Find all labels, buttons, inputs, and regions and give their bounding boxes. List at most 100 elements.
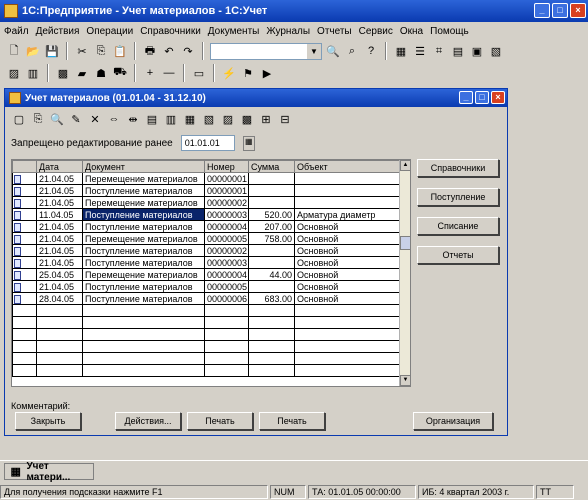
cell-sum[interactable] — [248, 304, 295, 317]
cell-date[interactable]: 21.04.05 — [36, 184, 83, 197]
journal-minimize-button[interactable]: _ — [459, 91, 473, 104]
cell-date[interactable]: 21.04.05 — [36, 172, 83, 185]
cell-object[interactable] — [294, 304, 401, 317]
cell-date[interactable] — [36, 352, 83, 365]
cell-date[interactable]: 21.04.05 — [36, 232, 83, 245]
chart-icon[interactable]: ⊟ — [277, 111, 293, 127]
chevron-down-icon[interactable]: ▼ — [307, 43, 321, 59]
paste-icon[interactable]: 📋 — [112, 43, 128, 59]
writeoff-button[interactable]: Списание — [417, 217, 499, 235]
table-row[interactable]: 21.04.05 Перемещение материалов 00000002 — [12, 196, 401, 209]
menu-windows[interactable]: Окна — [400, 26, 423, 37]
cell-object[interactable] — [294, 340, 401, 353]
doc-icon[interactable]: ▦ — [182, 111, 198, 127]
table-row[interactable]: 11.04.05 Поступление материалов 00000003 52… — [12, 208, 401, 221]
select-icon[interactable]: ▥ — [163, 111, 179, 127]
report-icon[interactable]: ▩ — [55, 65, 71, 81]
doc-status-icon[interactable] — [12, 184, 37, 197]
car-icon[interactable]: ⛟ — [112, 65, 128, 81]
cell-date[interactable] — [36, 340, 83, 353]
table-row[interactable]: 21.04.05 Поступление материалов 00000001 — [12, 184, 401, 197]
doc-status-icon[interactable] — [12, 316, 37, 329]
cell-date[interactable] — [36, 328, 83, 341]
journal-icon[interactable]: ▥ — [25, 65, 41, 81]
posted-icon[interactable]: ▧ — [201, 111, 217, 127]
cell-sum[interactable] — [248, 364, 295, 377]
structure-icon[interactable]: ▩ — [239, 111, 255, 127]
cell-date[interactable] — [36, 304, 83, 317]
new-doc-icon[interactable]: 🗋 — [6, 43, 22, 59]
list-icon[interactable]: ☰ — [412, 43, 428, 59]
calc-icon[interactable]: ⊞ — [258, 111, 274, 127]
cell-document[interactable]: Поступление материалов — [82, 184, 205, 197]
grid-scrollbar[interactable]: ▲ ▼ — [399, 160, 410, 386]
find-icon[interactable]: 🔍 — [49, 111, 65, 127]
table-row[interactable]: 21.04.05 Поступление материалов 00000005 Ос… — [12, 280, 401, 293]
wand-icon[interactable]: ⚡ — [221, 65, 237, 81]
table-row[interactable]: 21.04.05 Перемещение материалов 00000005 75… — [12, 232, 401, 245]
chart-icon[interactable]: ▰ — [74, 65, 90, 81]
delete-icon[interactable]: ✕ — [87, 111, 103, 127]
interval-icon[interactable]: ⇹ — [125, 111, 141, 127]
cell-number[interactable]: 00000005 — [204, 280, 249, 293]
cell-object[interactable]: Основной — [294, 268, 401, 281]
menu-catalogs[interactable]: Справочники — [140, 26, 201, 37]
cell-number[interactable] — [204, 352, 249, 365]
cell-sum[interactable] — [248, 280, 295, 293]
cell-object[interactable]: Основной — [294, 244, 401, 257]
table-row[interactable] — [12, 304, 401, 317]
cell-object[interactable]: Основной — [294, 292, 401, 305]
cell-number[interactable]: 00000006 — [204, 292, 249, 305]
cell-number[interactable]: 00000001 — [204, 172, 249, 185]
cell-number[interactable] — [204, 328, 249, 341]
col-sum-header[interactable]: Сумма — [248, 160, 295, 173]
doc-status-icon[interactable] — [12, 328, 37, 341]
cell-object[interactable]: Арматура диаметр — [294, 208, 401, 221]
cell-object[interactable]: Основной — [294, 280, 401, 293]
save-icon[interactable]: 💾 — [44, 43, 60, 59]
cell-date[interactable]: 21.04.05 — [36, 196, 83, 209]
cell-document[interactable]: Поступление материалов — [82, 292, 205, 305]
cell-sum[interactable]: 758.00 — [248, 232, 295, 245]
cell-document[interactable] — [82, 364, 205, 377]
search-combo[interactable]: ▼ — [210, 42, 322, 60]
cut-icon[interactable]: ✂ — [74, 43, 90, 59]
maximize-button[interactable]: □ — [552, 3, 568, 18]
open-icon[interactable]: 📂 — [25, 43, 41, 59]
cell-object[interactable] — [294, 364, 401, 377]
calendar-icon[interactable]: ▣ — [469, 43, 485, 59]
menu-reports[interactable]: Отчеты — [317, 26, 352, 37]
new-icon[interactable]: ▢ — [11, 111, 27, 127]
user-icon[interactable]: ☗ — [93, 65, 109, 81]
cell-sum[interactable] — [248, 316, 295, 329]
cell-document[interactable] — [82, 352, 205, 365]
doc-status-icon[interactable] — [12, 292, 37, 305]
journal-icon[interactable]: ▧ — [488, 43, 504, 59]
cell-number[interactable]: 00000002 — [204, 244, 249, 257]
scroll-down-icon[interactable]: ▼ — [400, 375, 410, 386]
cell-document[interactable]: Поступление материалов — [82, 280, 205, 293]
cell-sum[interactable] — [248, 184, 295, 197]
cell-number[interactable]: 00000004 — [204, 220, 249, 233]
taskbar-item-materials[interactable]: ▦ Учет матери... — [4, 461, 94, 483]
cell-number[interactable]: 00000004 — [204, 268, 249, 281]
doc-icon[interactable]: ▨ — [6, 65, 22, 81]
cell-document[interactable] — [82, 340, 205, 353]
cell-document[interactable]: Поступление материалов — [82, 208, 205, 221]
cell-number[interactable] — [204, 316, 249, 329]
cell-date[interactable]: 21.04.05 — [36, 280, 83, 293]
menu-actions[interactable]: Действия — [36, 26, 80, 37]
cell-number[interactable] — [204, 304, 249, 317]
cell-number[interactable]: 00000002 — [204, 196, 249, 209]
find-next-icon[interactable]: ⌕ — [344, 43, 360, 59]
doc-status-icon[interactable] — [12, 340, 37, 353]
unposted-icon[interactable]: ▨ — [220, 111, 236, 127]
print-doc-button[interactable]: Печать — [259, 412, 325, 430]
cell-date[interactable]: 21.04.05 — [36, 244, 83, 257]
menu-help[interactable]: Помощь — [430, 26, 469, 37]
close-journal-button[interactable]: Закрыть — [15, 412, 81, 430]
cell-number[interactable]: 00000005 — [204, 232, 249, 245]
cell-date[interactable] — [36, 316, 83, 329]
cell-document[interactable]: Поступление материалов — [82, 220, 205, 233]
table-row[interactable]: 21.04.05 Поступление материалов 00000004 20… — [12, 220, 401, 233]
